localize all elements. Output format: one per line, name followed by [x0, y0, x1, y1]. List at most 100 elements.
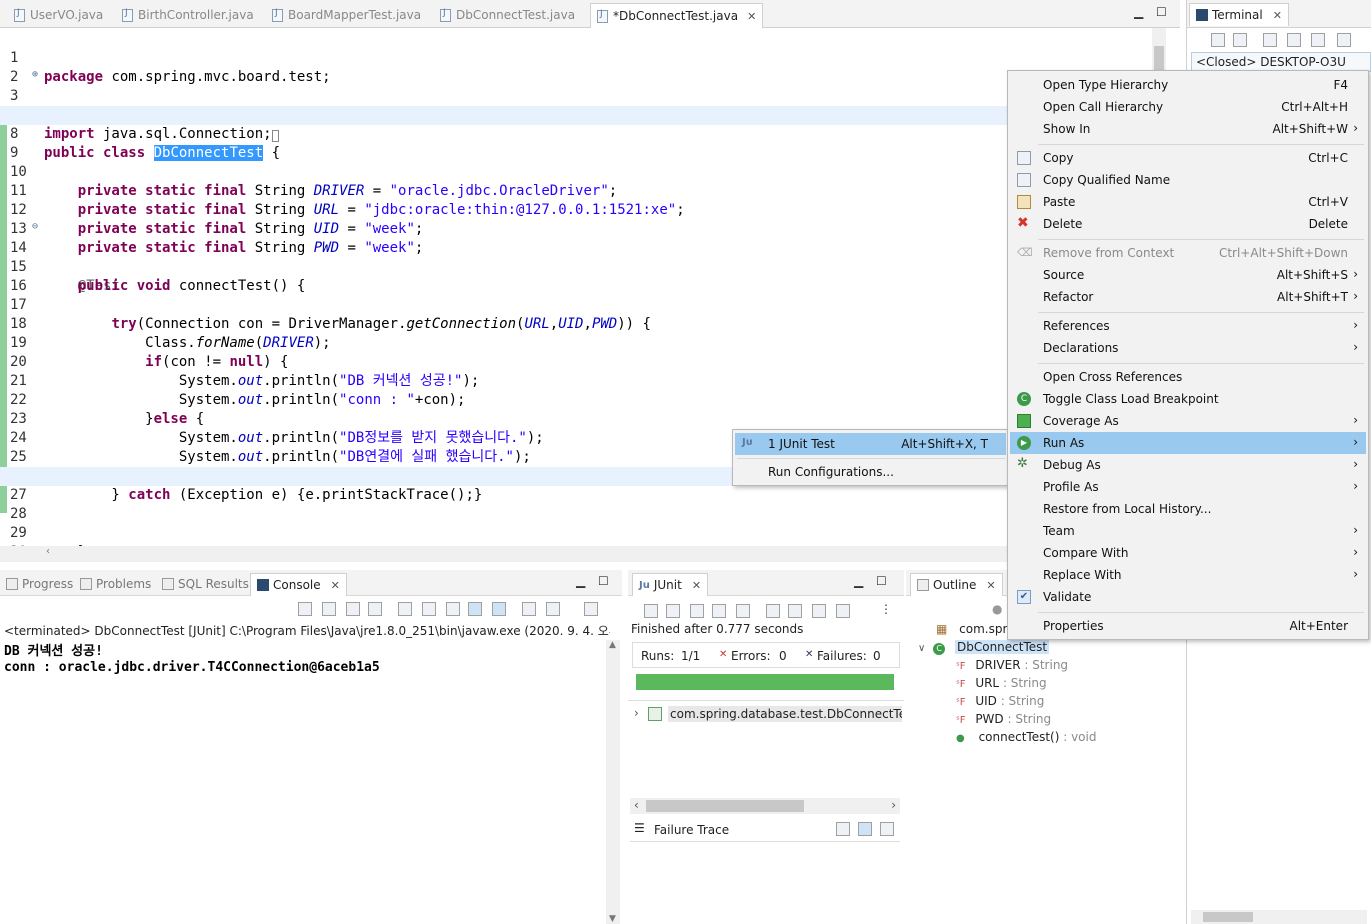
tab-dbconnecttest[interactable]: DbConnectTest.java — [434, 4, 581, 26]
outline-field[interactable]: ˢF PWD : String — [956, 712, 1051, 730]
clear-terminal-icon[interactable] — [1287, 33, 1301, 47]
menu-item-delete[interactable]: ✖ Delete Delete — [1010, 213, 1366, 235]
maximize-icon[interactable]: ☐ — [876, 574, 887, 588]
menu-item-copy[interactable]: Copy Ctrl+C — [1010, 147, 1366, 169]
scroll-up-icon[interactable]: ▲ — [609, 640, 616, 650]
menu-item-copy-qualified-name[interactable]: Copy Qualified Name — [1010, 169, 1366, 191]
close-icon[interactable]: ✕ — [331, 579, 340, 592]
menu-item-open-call-hierarchy[interactable]: Open Call Hierarchy Ctrl+Alt+H — [1010, 96, 1366, 118]
hide-fields-icon[interactable]: ● — [992, 602, 1002, 616]
stop-run-icon[interactable] — [812, 604, 826, 618]
outline-method[interactable]: ● connectTest() : void — [956, 730, 1096, 748]
word-wrap-icon[interactable] — [446, 602, 460, 616]
menu-item-show-in[interactable]: Show In Alt+Shift+W › — [1010, 118, 1366, 140]
tab-dbconnecttest-active[interactable]: *DbConnectTest.java ✕ — [590, 3, 764, 28]
scroll-thumb[interactable] — [646, 800, 804, 812]
menu-item-run-as[interactable]: ▶ Run As › — [1010, 432, 1366, 454]
rerun-failed-icon[interactable] — [766, 604, 780, 618]
menu-item-source[interactable]: Source Alt+Shift+S › — [1010, 264, 1366, 286]
copy-trace-icon[interactable] — [880, 822, 894, 836]
view-menu-icon[interactable]: ⋮ — [880, 602, 892, 616]
minimize-icon[interactable]: ▁ — [1134, 5, 1143, 19]
menu-item-restore-from-local-history[interactable]: Restore from Local History... — [1010, 498, 1366, 520]
open-terminal-icon[interactable] — [1211, 33, 1225, 47]
maximize-icon[interactable]: ☐ — [598, 574, 609, 588]
tab-problems[interactable]: Problems — [80, 574, 151, 594]
close-icon[interactable]: ✕ — [1273, 9, 1282, 22]
menu-item-declarations[interactable]: Declarations › — [1010, 337, 1366, 359]
terminate-icon[interactable] — [322, 602, 336, 616]
menu-item-replace-with[interactable]: Replace With › — [1010, 564, 1366, 586]
outline-package[interactable]: ▦ com.spri — [936, 622, 1011, 640]
terminal-hscrollbar[interactable] — [1191, 910, 1367, 924]
tab-junit[interactable]: Ju JUnit ✕ — [632, 573, 709, 596]
fold-collapse-icon[interactable]: ⊖ — [32, 217, 38, 236]
pin-icon[interactable] — [298, 602, 312, 616]
menu-item-run-junit-test[interactable]: Jᴜ 1 JUnit Test Alt+Shift+X, T — [735, 433, 1006, 455]
disconnect-icon[interactable] — [1233, 33, 1247, 47]
clear-console-icon[interactable] — [398, 602, 412, 616]
outline-field[interactable]: ˢF URL : String — [956, 676, 1047, 694]
show-stderr-icon[interactable] — [492, 602, 506, 616]
display-console-icon[interactable] — [546, 602, 560, 616]
close-icon[interactable]: ✕ — [986, 579, 995, 592]
test-tree-item[interactable]: › com.spring.database.test.DbConnectTest… — [634, 704, 902, 724]
tab-sql-results[interactable]: SQL Results — [162, 574, 249, 594]
editor-hscrollbar[interactable]: ‹ — [0, 546, 1152, 562]
history-icon[interactable] — [836, 604, 850, 618]
chevron-right-icon[interactable]: › — [634, 706, 639, 720]
menu-item-coverage-as[interactable]: Coverage As › — [1010, 410, 1366, 432]
chevron-down-icon[interactable]: ∨ — [918, 643, 925, 654]
tab-terminal[interactable]: Terminal ✕ — [1189, 3, 1289, 26]
scroll-down-icon[interactable]: ▼ — [609, 914, 616, 924]
tab-list-icon[interactable] — [1337, 33, 1351, 47]
scroll-right-icon[interactable]: › — [891, 798, 896, 812]
show-failures-only-icon[interactable] — [690, 604, 704, 618]
tab-console[interactable]: Console ✕ — [250, 573, 347, 596]
tab-boardmappertest[interactable]: BoardMapperTest.java — [266, 4, 427, 26]
menu-item-run-configurations[interactable]: Run Configurations... — [735, 461, 1006, 483]
minimize-icon[interactable]: ▁ — [576, 574, 585, 588]
menu-item-toggle-class-load-breakpoint[interactable]: C Toggle Class Load Breakpoint — [1010, 388, 1366, 410]
tab-progress[interactable]: Progress — [6, 574, 73, 594]
tab-birthcontroller[interactable]: BirthController.java — [116, 4, 260, 26]
previous-failure-icon[interactable] — [666, 604, 680, 618]
menu-item-properties[interactable]: Properties Alt+Enter — [1010, 615, 1366, 637]
close-icon[interactable]: ✕ — [692, 579, 701, 592]
compare-result-icon[interactable] — [836, 822, 850, 836]
minimize-icon[interactable]: ▁ — [854, 574, 863, 588]
show-stdout-icon[interactable] — [468, 602, 482, 616]
outline-field[interactable]: ˢF DRIVER : String — [956, 658, 1068, 676]
next-failure-icon[interactable] — [644, 604, 658, 618]
filter-trace-icon[interactable] — [858, 822, 872, 836]
remove-launch-icon[interactable] — [346, 602, 360, 616]
new-console-icon[interactable] — [584, 602, 598, 616]
menu-item-references[interactable]: References › — [1010, 315, 1366, 337]
outline-class[interactable]: ∨ C DbConnectTest — [918, 640, 1050, 658]
scroll-left-icon[interactable]: ‹ — [46, 546, 50, 557]
menu-item-profile-as[interactable]: Profile As › — [1010, 476, 1366, 498]
menu-item-open-cross-references[interactable]: Open Cross References — [1010, 366, 1366, 388]
stop-icon[interactable] — [788, 604, 802, 618]
scroll-left-icon[interactable]: ‹ — [634, 798, 639, 812]
scroll-lock-icon[interactable] — [422, 602, 436, 616]
close-icon[interactable]: ✕ — [747, 10, 756, 23]
junit-hscrollbar[interactable]: ‹ › — [630, 798, 900, 814]
scroll-lock-icon[interactable] — [712, 604, 726, 618]
menu-item-validate[interactable]: ✔ Validate — [1010, 586, 1366, 608]
menu-item-paste[interactable]: Paste Ctrl+V — [1010, 191, 1366, 213]
toggle-command-input-icon[interactable] — [1311, 33, 1325, 47]
console-output[interactable]: <terminated> DbConnectTest [JUnit] C:\Pr… — [0, 622, 622, 924]
menu-item-open-type-hierarchy[interactable]: Open Type Hierarchy F4 — [1010, 74, 1366, 96]
open-console-icon[interactable] — [522, 602, 536, 616]
terminal-session-tab[interactable]: <Closed> DESKTOP-O3U — [1191, 52, 1371, 72]
menu-item-debug-as[interactable]: ✲ Debug As › — [1010, 454, 1366, 476]
outline-field[interactable]: ˢF UID : String — [956, 694, 1044, 712]
scroll-lock-icon[interactable] — [1263, 33, 1277, 47]
menu-item-team[interactable]: Team › — [1010, 520, 1366, 542]
remove-all-icon[interactable] — [368, 602, 382, 616]
rerun-icon[interactable] — [736, 604, 750, 618]
maximize-icon[interactable]: ☐ — [1156, 5, 1167, 19]
fold-expand-icon[interactable]: ⊕ — [32, 65, 38, 84]
tab-outline[interactable]: Outline ✕ — [910, 573, 1003, 596]
